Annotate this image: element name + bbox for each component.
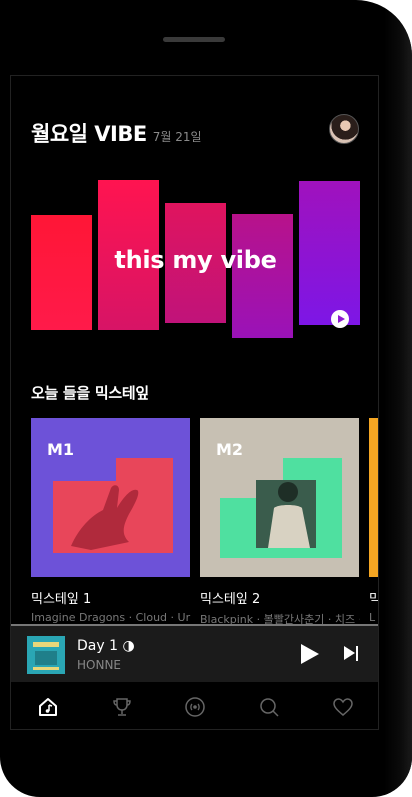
hero-title: this my vibe	[114, 246, 277, 274]
mixtape-label-2[interactable]: 믹스테잎 2	[200, 588, 260, 607]
hero-banner[interactable]: this my vibe	[11, 176, 378, 346]
hero-bar-4	[232, 214, 293, 338]
avatar[interactable]	[329, 114, 359, 144]
hero-play-button[interactable]	[331, 310, 349, 328]
home-icon	[38, 697, 57, 716]
next-track-button[interactable]	[344, 645, 360, 663]
now-playing-title: Day 1 ◑	[77, 638, 135, 654]
bottom-tab-bar	[11, 682, 378, 729]
heart-icon	[333, 697, 353, 716]
tab-radio[interactable]	[175, 687, 215, 727]
play-icon	[337, 315, 345, 323]
mixtape-label-1[interactable]: 믹스테잎 1	[31, 588, 91, 607]
mixtape-label-3[interactable]: 믹	[369, 588, 378, 607]
phone-frame: 월요일 VIBE 7월 21일 this my vibe 오늘 들을 믹스테잎 …	[0, 0, 412, 797]
trophy-icon	[112, 697, 131, 716]
mixtape-2-artwork	[220, 458, 342, 558]
page-title: 월요일 VIBE	[31, 122, 147, 146]
mixtape-card-2[interactable]: M2	[200, 418, 359, 577]
header: 월요일 VIBE 7월 21일	[31, 118, 202, 148]
mixtape-subtitle-3: L	[369, 611, 376, 624]
tab-library[interactable]	[323, 687, 363, 727]
mixtape-1-artwork	[31, 458, 190, 577]
tab-home[interactable]	[28, 687, 68, 727]
mixtape-subtitle-1: Imagine Dragons · Cloud · Urban Zakapa	[31, 611, 191, 624]
tab-chart[interactable]	[102, 687, 142, 727]
tab-search[interactable]	[249, 687, 289, 727]
now-playing-artist: HONNE	[77, 658, 122, 672]
play-button[interactable]	[301, 644, 319, 664]
search-icon	[260, 697, 279, 717]
next-icon-bar	[356, 646, 358, 661]
next-icon	[344, 646, 355, 660]
now-playing-bar[interactable]: Day 1 ◑ HONNE	[11, 624, 378, 682]
now-playing-album-art	[27, 636, 65, 674]
album-art-graphic	[27, 636, 65, 674]
app-screen: 월요일 VIBE 7월 21일 this my vibe 오늘 들을 믹스테잎 …	[10, 75, 379, 730]
mixtape-card-3[interactable]	[369, 418, 378, 577]
phone-speaker	[163, 37, 225, 42]
mixtape-card-1[interactable]: M1	[31, 418, 190, 577]
radio-icon	[185, 696, 206, 717]
section-title: 오늘 들을 믹스테잎	[31, 384, 149, 402]
phone-edge	[384, 0, 412, 797]
page-date: 7월 21일	[152, 130, 202, 144]
